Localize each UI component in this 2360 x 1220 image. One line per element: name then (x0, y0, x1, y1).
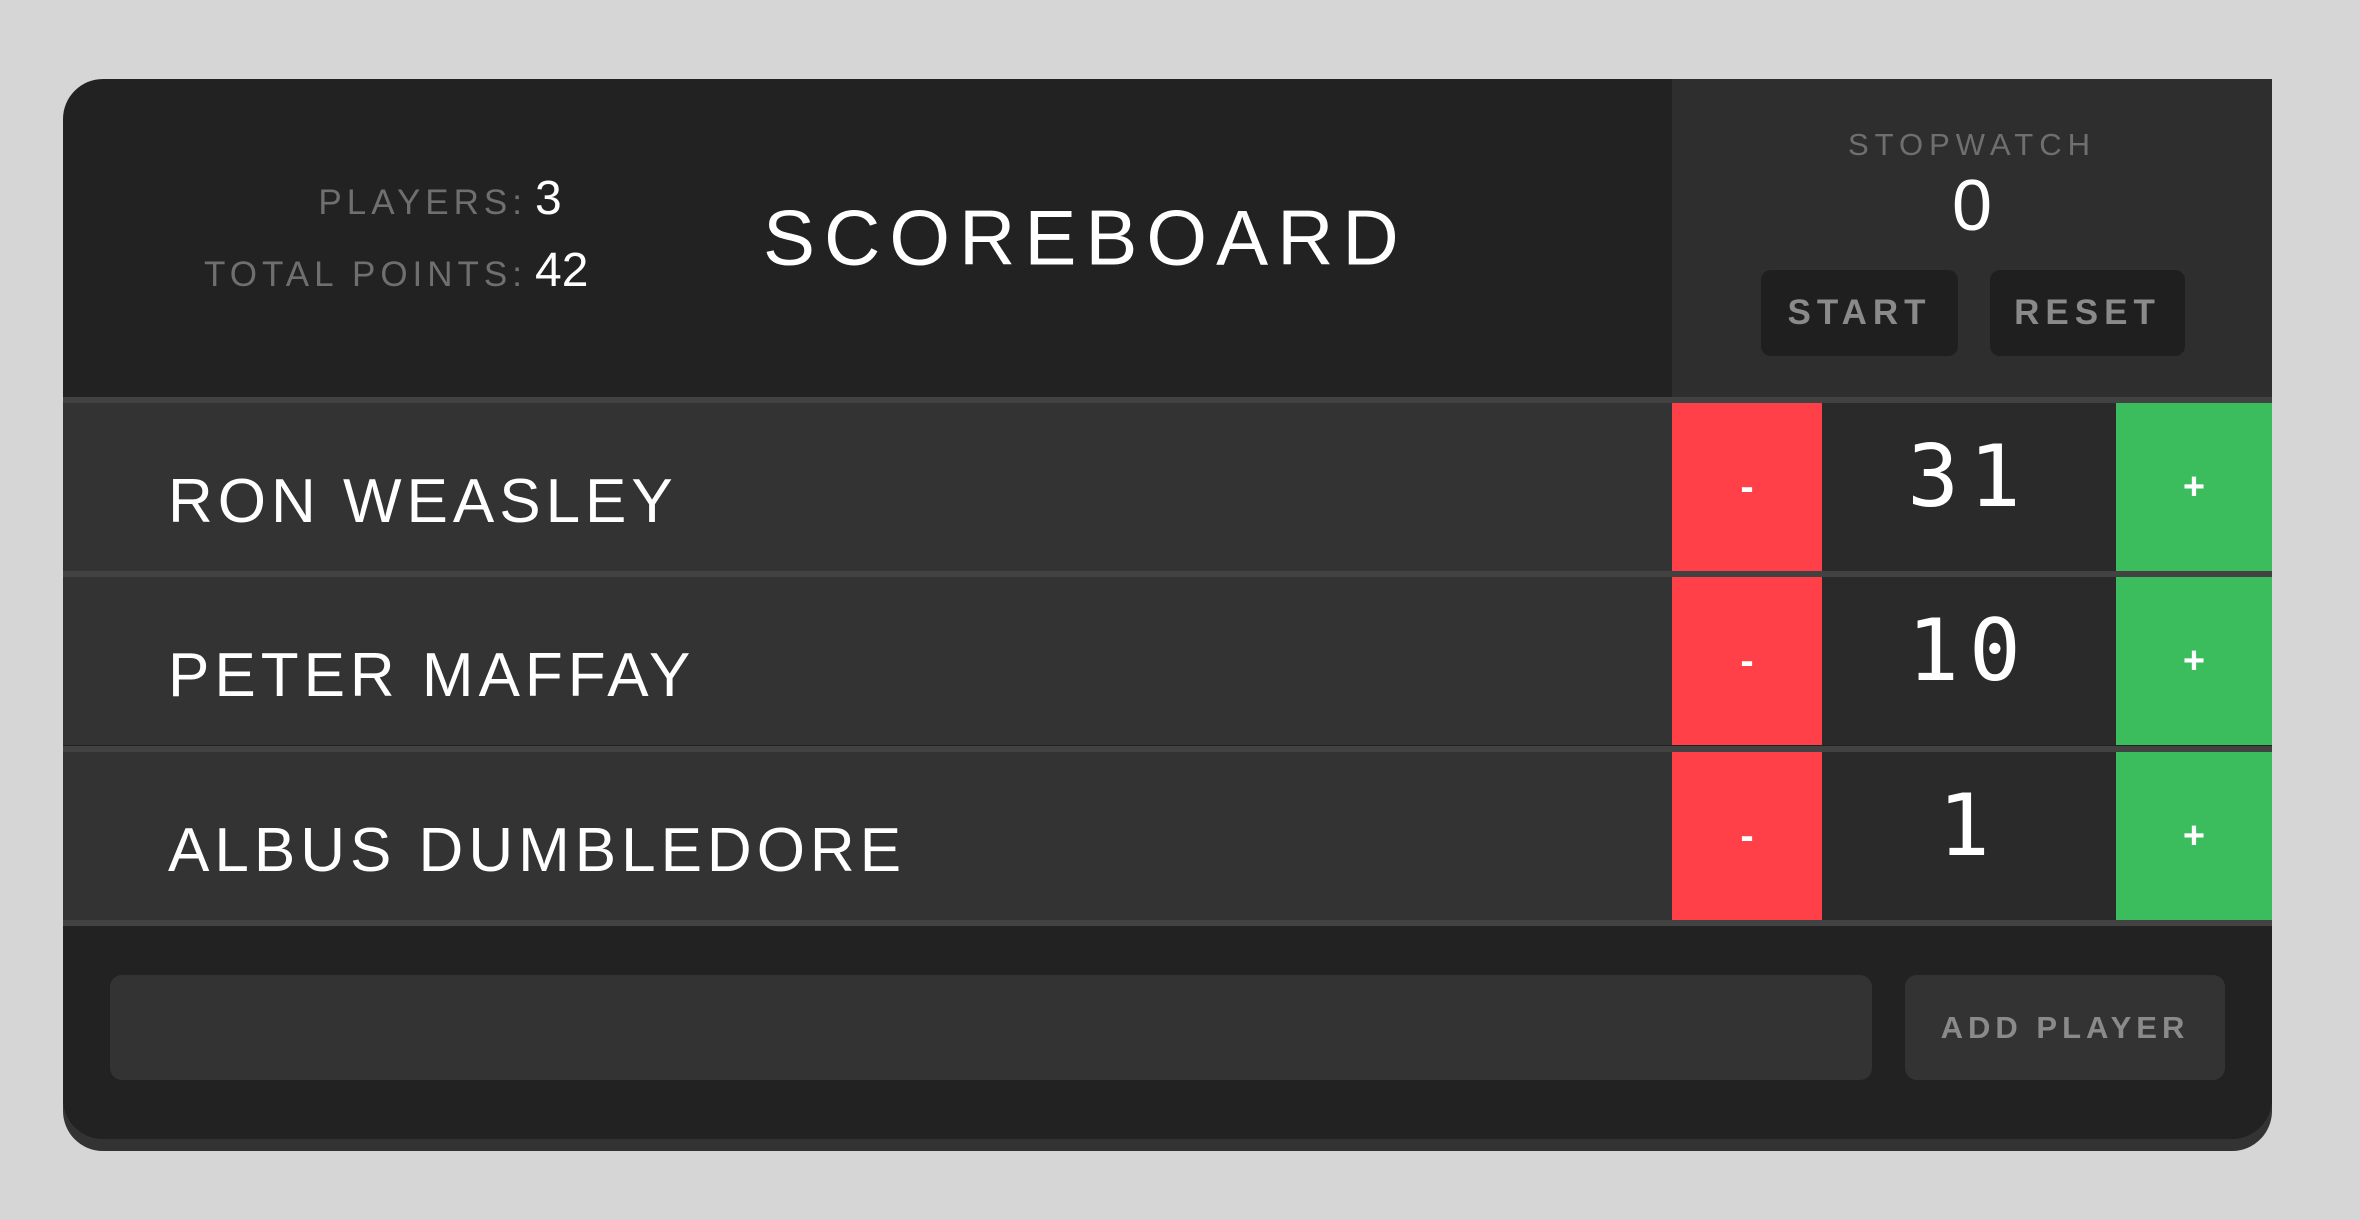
increment-score-button[interactable]: + (2116, 403, 2272, 571)
total-points-value: 42 (535, 244, 589, 297)
player-name: RON WEASLEY (168, 466, 678, 536)
player-row: ALBUS DUMBLEDORE - 1 + (63, 752, 2272, 920)
player-row: PETER MAFFAY - 10 + (63, 577, 2272, 745)
decrement-score-button[interactable]: - (1672, 577, 1822, 745)
start-button[interactable]: START (1761, 270, 1958, 356)
total-points-label: TOTAL POINTS: (203, 255, 527, 294)
add-player-button[interactable]: ADD PLAYER (1905, 975, 2225, 1080)
increment-score-button[interactable]: + (2116, 752, 2272, 920)
total-points-stat: TOTAL POINTS: 42 (63, 243, 606, 315)
reset-button[interactable]: RESET (1990, 270, 2185, 356)
players-count: 3 (535, 172, 562, 225)
page-title: SCOREBOARD (763, 193, 1408, 282)
increment-score-button[interactable]: + (2116, 577, 2272, 745)
player-score: 10 (1822, 577, 2116, 745)
row-divider (63, 920, 2272, 926)
players-stat: PLAYERS: 3 (63, 171, 606, 243)
players-label: PLAYERS: (318, 183, 527, 222)
decrement-score-button[interactable]: - (1672, 403, 1822, 571)
player-name: ALBUS DUMBLEDORE (168, 815, 907, 885)
player-row: RON WEASLEY - 31 + (63, 403, 2272, 571)
player-score: 31 (1822, 403, 2116, 571)
player-name-input[interactable] (110, 975, 1872, 1080)
stopwatch-time: 0 (1951, 166, 1993, 246)
player-name: PETER MAFFAY (168, 640, 696, 710)
player-score: 1 (1822, 752, 2116, 920)
stopwatch-label: STOPWATCH (1847, 127, 2097, 162)
stats-panel: PLAYERS: 3 TOTAL POINTS: 42 (63, 171, 606, 315)
decrement-score-button[interactable]: - (1672, 752, 1822, 920)
